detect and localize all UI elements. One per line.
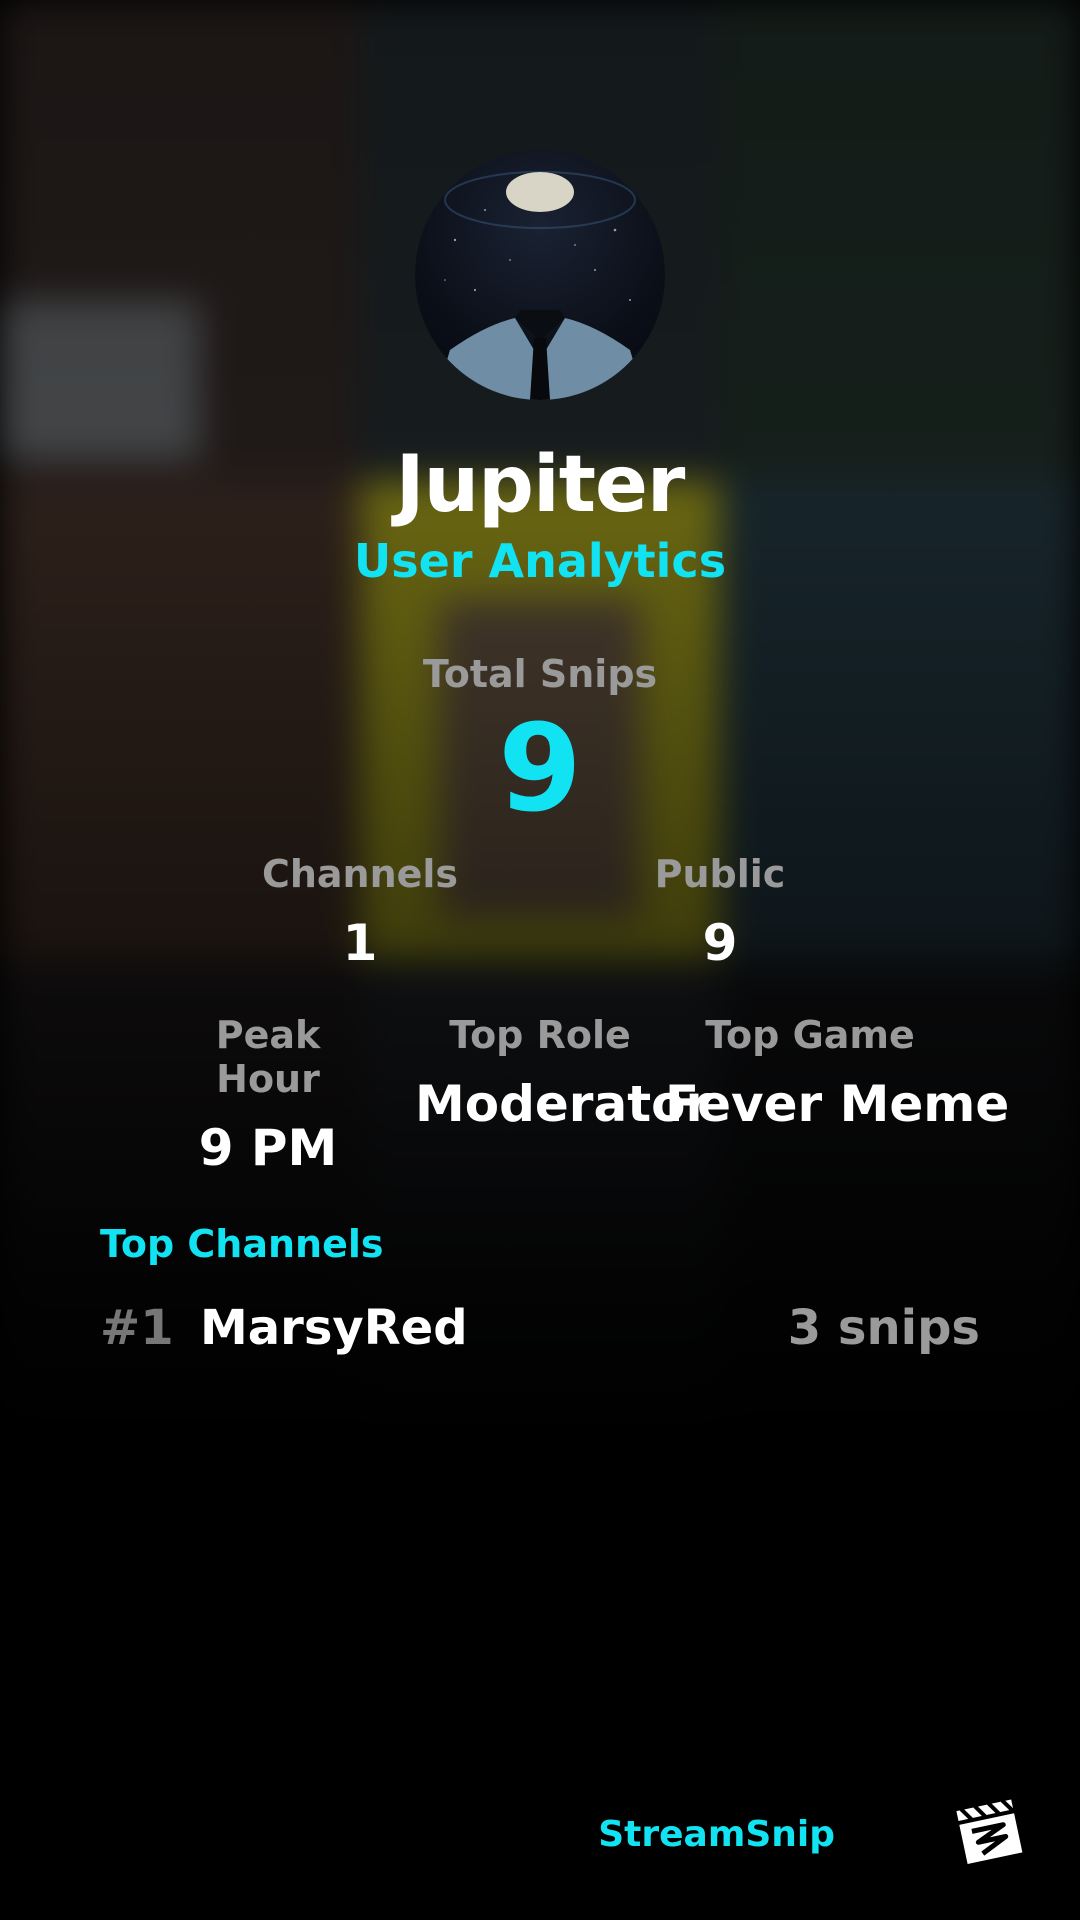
stat-label: Channels: [261, 852, 459, 896]
stat-value: Fever Meme: [665, 1075, 1010, 1133]
channel-rank: #1: [100, 1300, 174, 1356]
stat-label: Public: [654, 852, 786, 896]
stat-value: Moderator: [415, 1075, 711, 1133]
stat-public: Public 9: [600, 852, 840, 972]
stat-value: 9 PM: [198, 1119, 338, 1177]
channel-name: MarsyRed: [200, 1300, 468, 1356]
page-subtitle: User Analytics: [353, 534, 727, 588]
user-name: Jupiter: [395, 440, 686, 530]
list-item: #1 MarsyRed 3 snips: [100, 1300, 980, 1370]
person-galaxy-avatar-icon: [435, 171, 645, 400]
stat-value: 9: [702, 914, 738, 972]
channel-snip-count: 3 snips: [787, 1300, 980, 1356]
stat-value: 1: [342, 914, 378, 972]
top-channels-title: Top Channels: [100, 1222, 384, 1266]
stat-label: Top Game: [705, 1013, 915, 1057]
stat-channels: Channels 1: [240, 852, 480, 972]
clapperboard-icon: [948, 1790, 1028, 1870]
stat-label: Peak Hour: [215, 1013, 321, 1101]
avatar: [415, 150, 665, 400]
total-snips-value: 9: [498, 700, 582, 839]
brand-name: StreamSnip: [598, 1814, 835, 1855]
analytics-card: Jupiter User Analytics Total Snips 9 Cha…: [0, 0, 1080, 1920]
stat-top-game: Top Game Fever Meme: [665, 1013, 1010, 1133]
stat-label: Top Role: [449, 1013, 631, 1057]
total-snips-label: Total Snips: [422, 652, 658, 696]
stat-top-role: Top Role Moderator: [415, 1013, 711, 1133]
stat-peak-hour: Peak Hour 9 PM: [158, 1013, 378, 1177]
